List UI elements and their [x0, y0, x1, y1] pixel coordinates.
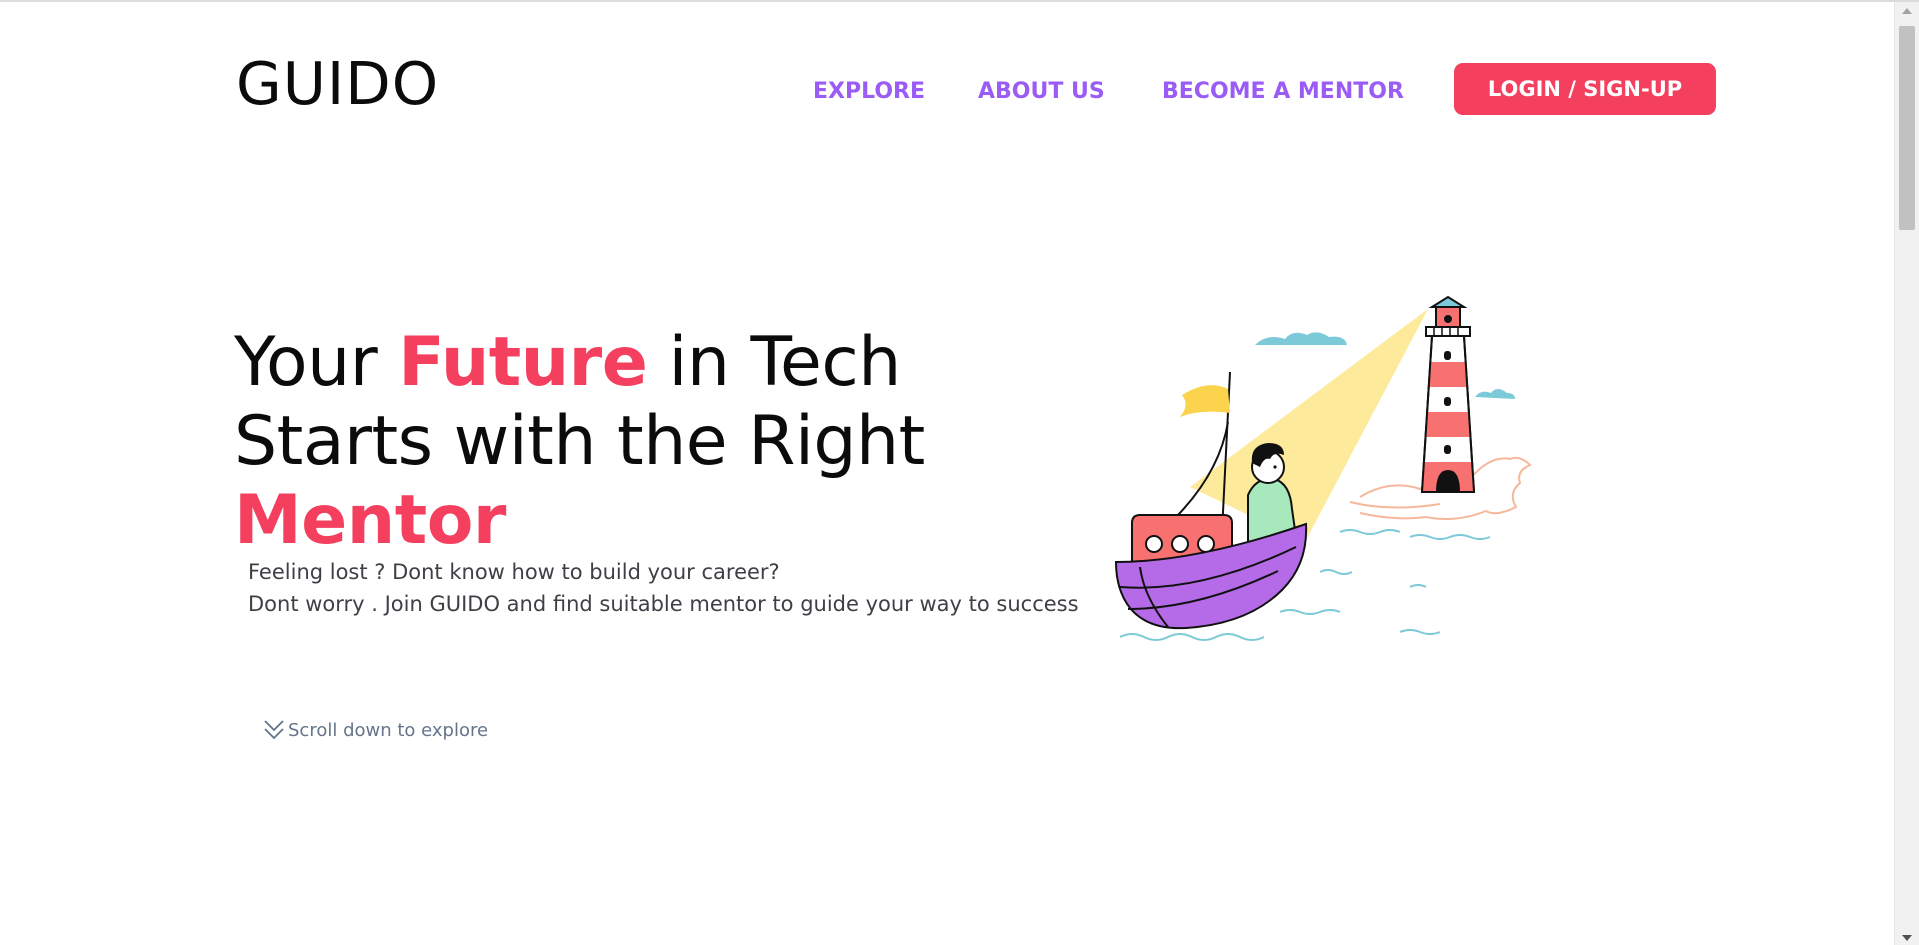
scroll-up-arrow-icon[interactable] — [1902, 8, 1912, 14]
nav-about-us[interactable]: ABOUT US — [978, 78, 1105, 106]
login-signup-button[interactable]: LOGIN / SIGN-UP — [1454, 63, 1716, 115]
scrollbar-thumb[interactable] — [1899, 26, 1915, 230]
double-chevron-down-icon — [264, 720, 284, 740]
nav-explore[interactable]: EXPLORE — [813, 78, 925, 106]
headline-accent-mentor: Mentor — [234, 481, 506, 560]
description-line: Feeling lost ? Dont know how to build yo… — [248, 560, 780, 584]
scroll-down-hint[interactable]: Scroll down to explore — [262, 717, 488, 743]
nav-become-a-mentor[interactable]: BECOME A MENTOR — [1162, 78, 1404, 106]
description-line: Dont worry . Join GUIDO and find suitabl… — [248, 592, 1079, 616]
hero-headline: Your Future in Tech Starts with the Righ… — [234, 323, 1094, 560]
site-logo[interactable]: GUIDO — [236, 50, 439, 118]
headline-text: Your — [234, 323, 399, 402]
headline-accent-future: Future — [398, 323, 648, 402]
vertical-scrollbar[interactable] — [1894, 2, 1919, 945]
scroll-down-arrow-icon[interactable] — [1902, 935, 1912, 941]
landing-page: GUIDO EXPLORE ABOUT US BECOME A MENTOR L… — [0, 0, 1919, 945]
hero-description: Feeling lost ? Dont know how to build yo… — [248, 556, 1079, 620]
boat-lighthouse-illustration — [1114, 295, 1532, 641]
scroll-hint-label: Scroll down to explore — [288, 719, 489, 741]
